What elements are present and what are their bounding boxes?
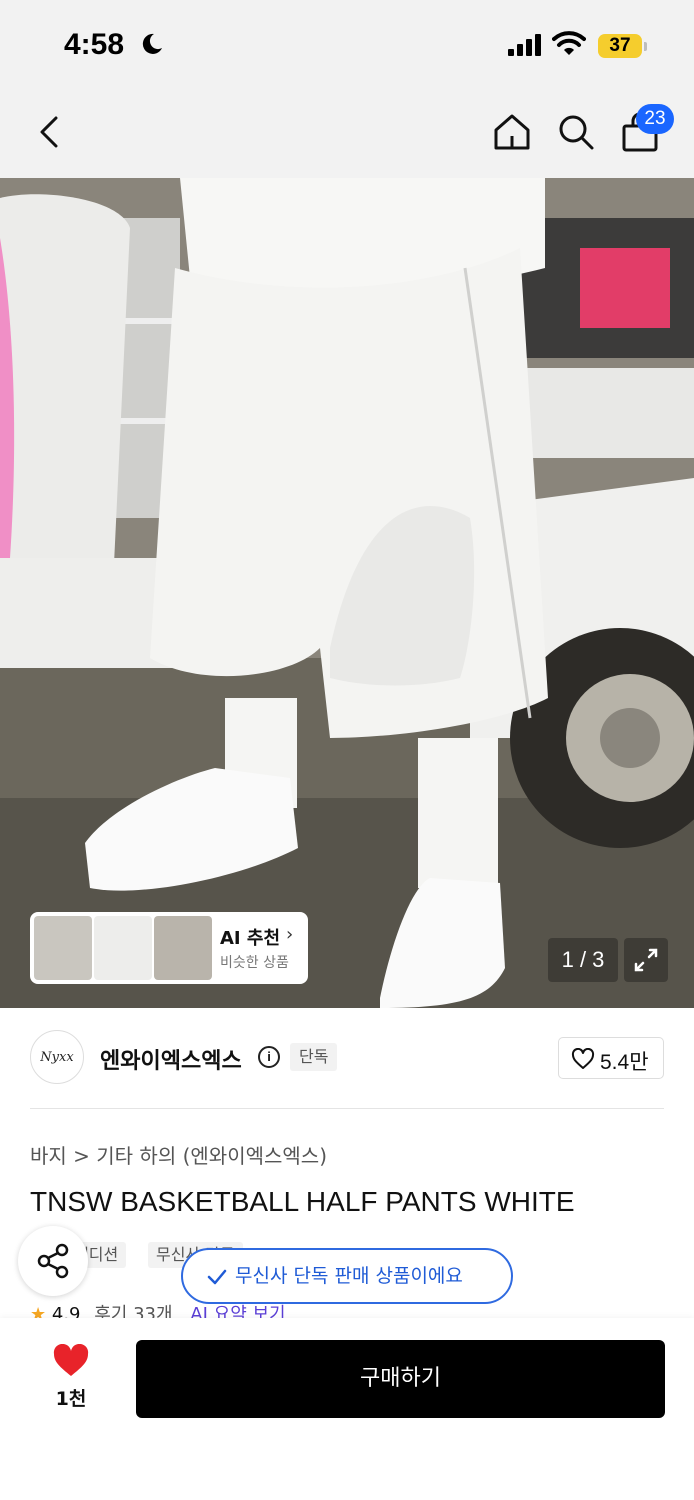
status-bar: 4:58 37 [0, 0, 694, 90]
bottom-action-bar: 1천 구매하기 [0, 1318, 694, 1500]
moon-icon [142, 33, 162, 54]
home-icon[interactable] [490, 110, 534, 154]
cart-count-badge: 23 [636, 104, 674, 134]
category-breadcrumb[interactable]: 바지 > 기타 하의 (엔와이엑스엑스) [30, 1140, 327, 1169]
divider [30, 1108, 664, 1109]
ai-recommend-title: AI 추천 [220, 928, 281, 949]
heart-filled-icon[interactable] [52, 1344, 90, 1378]
check-icon [207, 1269, 227, 1284]
wifi-icon [552, 31, 586, 55]
image-counter: 1 / 3 [548, 938, 618, 982]
top-nav: 23 [0, 90, 694, 178]
chevron-right-icon: › [286, 924, 294, 945]
brand-like-button[interactable]: 5.4만 [558, 1037, 664, 1079]
exclusive-badge: 단독 [290, 1043, 338, 1071]
status-time: 4:58 [64, 28, 125, 61]
brand-logo[interactable]: Nyxx [30, 1030, 84, 1084]
back-arrow-icon[interactable] [30, 110, 74, 154]
brand-like-count: 5.4만 [600, 1051, 649, 1074]
battery-tip [644, 42, 647, 51]
product-title: TNSW BASKETBALL HALF PANTS WHITE [30, 1186, 575, 1217]
heart-outline-icon [571, 1048, 595, 1069]
share-button[interactable] [18, 1226, 88, 1296]
product-image[interactable]: AI 추천 › 비슷한 상품 1 / 3 [0, 178, 694, 1008]
toast-text: 무신사 단독 판매 상품이에요 [235, 1265, 463, 1287]
exclusive-toast: 무신사 단독 판매 상품이에요 [181, 1248, 513, 1304]
ai-thumb-2 [94, 916, 152, 980]
ai-recommend-subtitle: 비슷한 상품 [220, 955, 289, 971]
info-icon[interactable]: i [258, 1046, 280, 1068]
ai-thumb-1 [34, 916, 92, 980]
product-photo [0, 178, 694, 1008]
share-icon [37, 1243, 69, 1279]
wishlist-count: 1천 [55, 1388, 87, 1410]
ai-thumb-3 [154, 916, 212, 980]
expand-icon[interactable] [624, 938, 668, 982]
buy-button[interactable]: 구매하기 [136, 1340, 665, 1418]
signal-icon [508, 34, 541, 56]
brand-name[interactable]: 엔와이엑스엑스 [100, 1043, 242, 1075]
ai-recommend-card[interactable]: AI 추천 › 비슷한 상품 [30, 912, 308, 984]
battery-indicator: 37 [598, 34, 642, 58]
search-icon[interactable] [554, 110, 598, 154]
